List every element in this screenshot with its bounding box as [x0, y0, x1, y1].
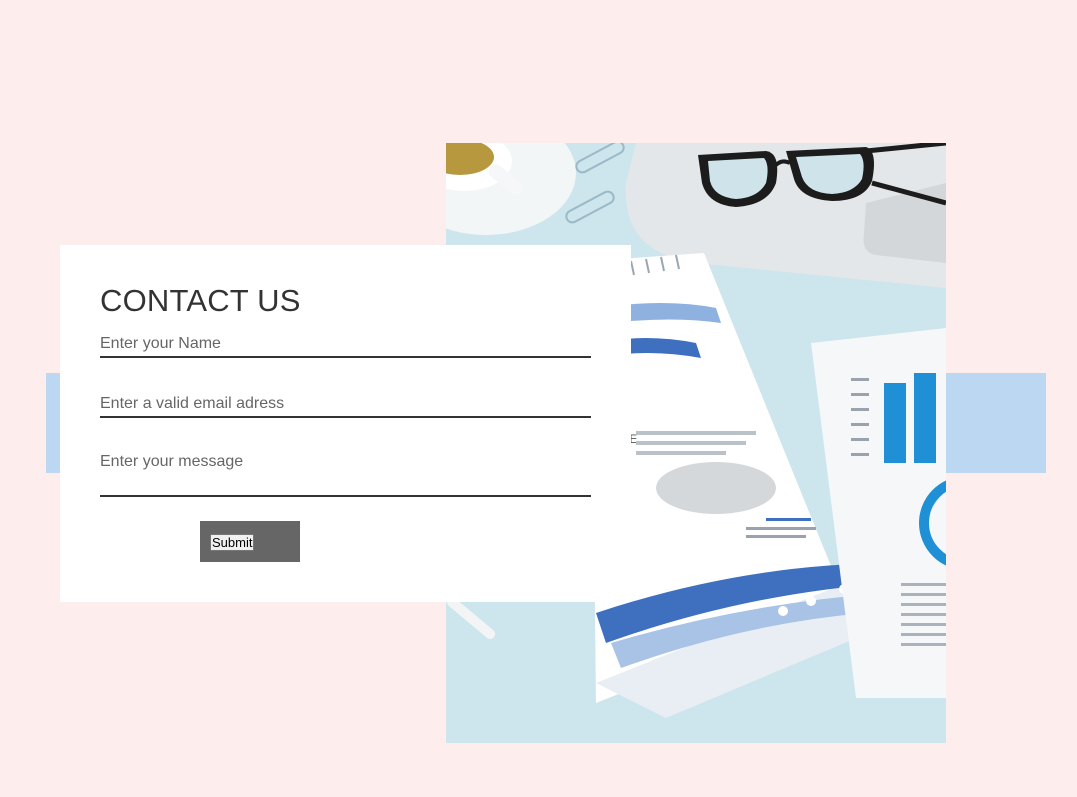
submit-button-container: Submit: [200, 521, 300, 562]
form-title: CONTACT US: [100, 283, 301, 318]
email-field[interactable]: [100, 392, 591, 418]
submit-button[interactable]: Submit: [210, 534, 255, 551]
name-field[interactable]: [100, 332, 591, 358]
contact-page: S TE: [0, 0, 1077, 797]
contact-form: CONTACT US Submit: [60, 245, 631, 602]
message-field[interactable]: [100, 452, 591, 497]
